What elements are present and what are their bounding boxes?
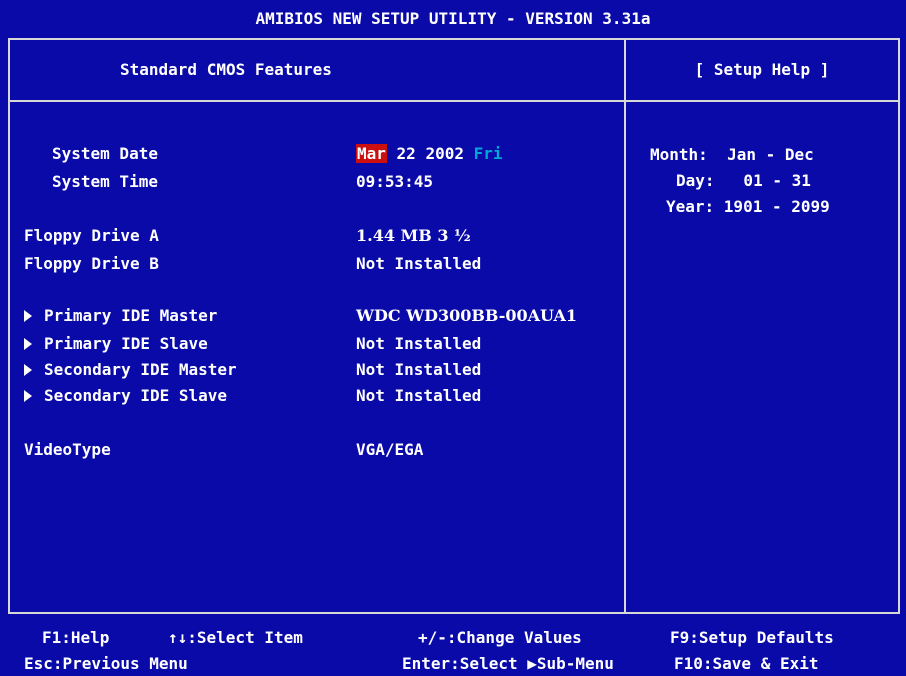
- vertical-divider: [624, 38, 626, 614]
- video-type-label: VideoType: [24, 440, 111, 459]
- title-bar: AMIBIOS NEW SETUP UTILITY - VERSION 3.31…: [255, 9, 651, 28]
- primary-ide-master-label: Primary IDE Master: [44, 306, 218, 325]
- secondary-ide-master-value: Not Installed: [356, 360, 482, 379]
- section-title: Standard CMOS Features: [120, 60, 332, 79]
- footer-f1-help: F1:Help: [42, 628, 110, 647]
- primary-ide-master-item[interactable]: Primary IDE Master: [24, 304, 217, 328]
- footer-f10-save-exit: F10:Save & Exit: [674, 654, 819, 673]
- floppy-a-value[interactable]: 1.44 MB 3 ½: [356, 224, 471, 248]
- secondary-ide-slave-label: Secondary IDE Slave: [44, 386, 228, 405]
- system-time-label: System Time: [52, 172, 158, 191]
- secondary-ide-master-label: Secondary IDE Master: [44, 360, 237, 379]
- primary-ide-slave-value: Not Installed: [356, 334, 482, 353]
- footer-enter-submenu: Enter:Select ▶Sub-Menu: [402, 654, 614, 673]
- horizontal-divider: [8, 100, 900, 102]
- primary-ide-slave-label: Primary IDE Slave: [44, 334, 208, 353]
- primary-ide-master-value: WDC WD300BB-00AUA1: [356, 306, 578, 325]
- help-year-range: Year: 1901 - 2099: [666, 197, 830, 216]
- date-month-field[interactable]: Mar: [356, 144, 387, 163]
- system-date-value[interactable]: Mar 22 2002 Fri: [356, 142, 503, 166]
- system-time-value[interactable]: 09:53:45: [356, 170, 433, 194]
- submenu-arrow-icon: [24, 363, 32, 376]
- floppy-a-label: Floppy Drive A: [24, 226, 159, 245]
- video-type-value[interactable]: VGA/EGA: [356, 438, 423, 462]
- primary-ide-slave-item[interactable]: Primary IDE Slave: [24, 332, 208, 356]
- footer-esc-previous: Esc:Previous Menu: [24, 654, 188, 673]
- footer-select-item: ↑↓:Select Item: [168, 628, 303, 647]
- help-title: [ Setup Help ]: [694, 60, 830, 79]
- submenu-arrow-icon: [24, 309, 32, 322]
- submenu-arrow-icon: [24, 389, 32, 402]
- floppy-b-label: Floppy Drive B: [24, 254, 159, 273]
- help-day-range: Day: 01 - 31: [676, 171, 811, 190]
- footer-change-values: +/-:Change Values: [418, 628, 582, 647]
- footer-f9-defaults: F9:Setup Defaults: [670, 628, 834, 647]
- date-weekday: Fri: [473, 144, 503, 163]
- secondary-ide-master-item[interactable]: Secondary IDE Master: [24, 358, 237, 382]
- bios-screen: AMIBIOS NEW SETUP UTILITY - VERSION 3.31…: [0, 0, 906, 676]
- submenu-arrow-icon: [24, 337, 32, 350]
- secondary-ide-slave-item[interactable]: Secondary IDE Slave: [24, 384, 227, 408]
- system-date-label: System Date: [52, 144, 158, 163]
- help-month-range: Month: Jan - Dec: [650, 145, 814, 164]
- secondary-ide-slave-value: Not Installed: [356, 386, 482, 405]
- floppy-b-value[interactable]: Not Installed: [356, 252, 481, 276]
- date-day-year[interactable]: 22 2002: [397, 144, 464, 163]
